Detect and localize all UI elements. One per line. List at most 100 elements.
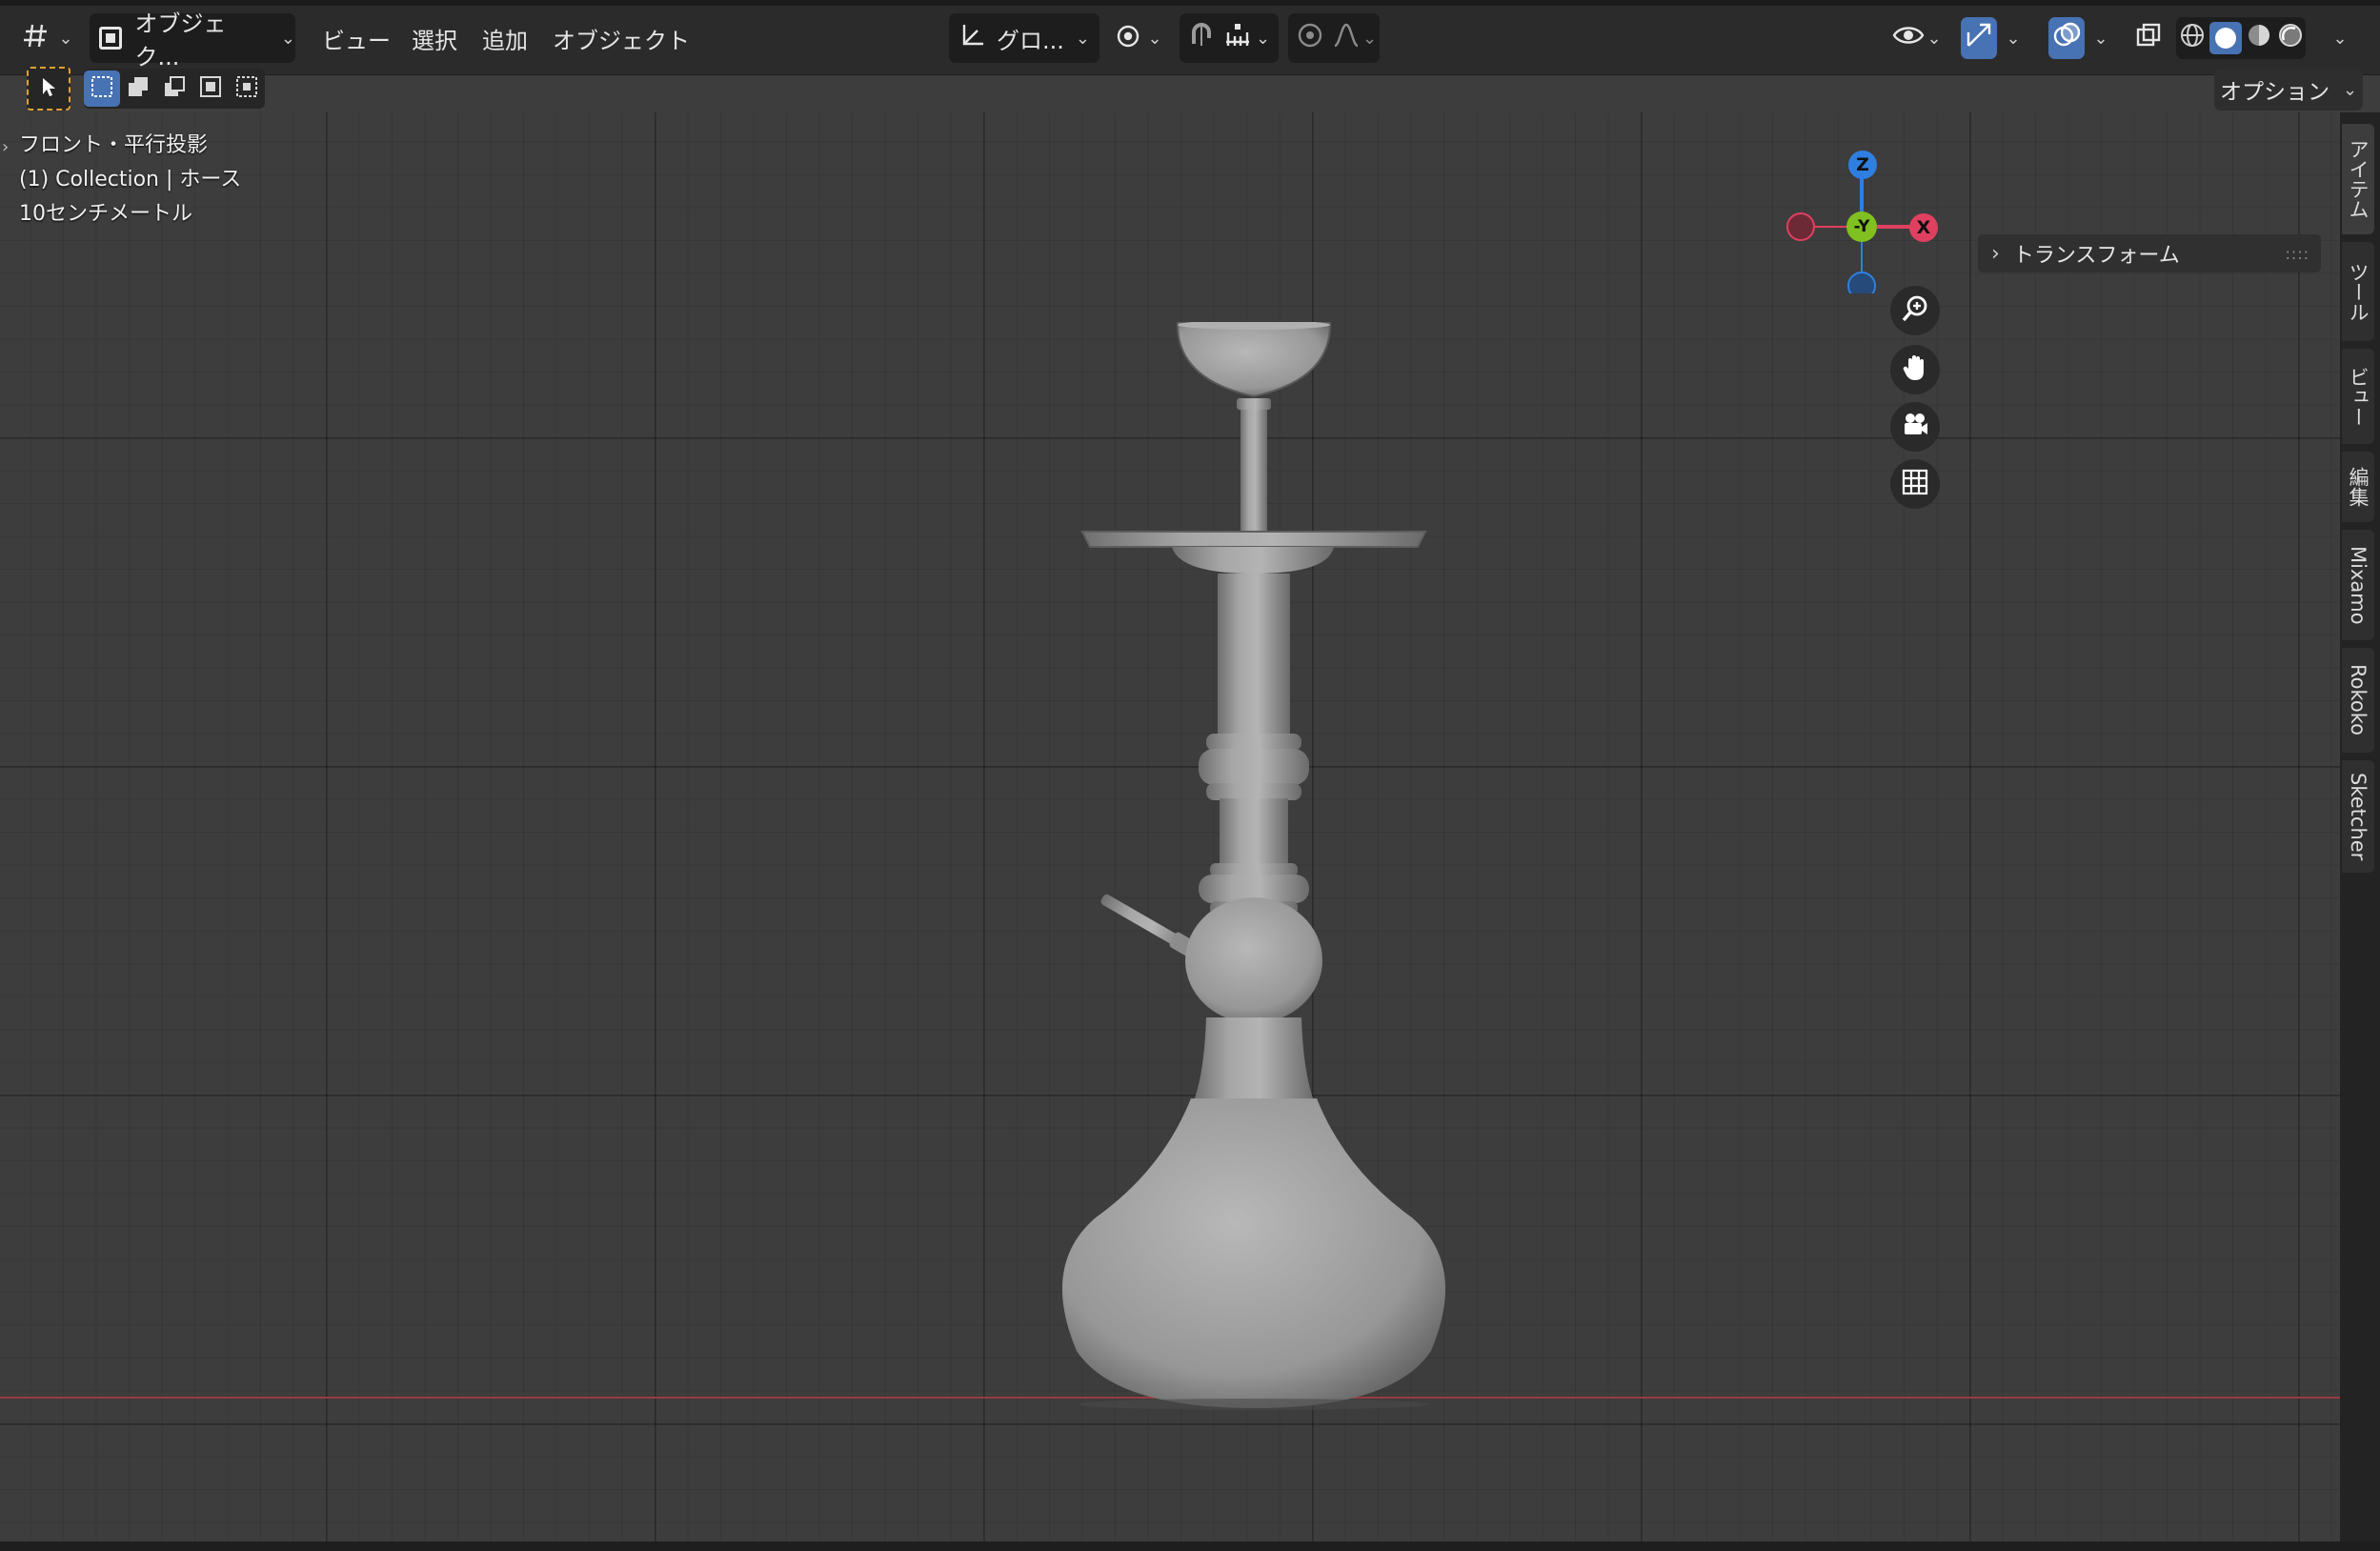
options-dropdown[interactable]: オプション ⌄ <box>2214 69 2363 111</box>
hose-port <box>1100 894 1200 959</box>
chevron-down-icon: ⌄ <box>2332 28 2348 49</box>
hookah-head-bowl <box>1176 322 1332 398</box>
select-invert-button[interactable] <box>192 70 229 107</box>
object-mode-icon <box>99 27 122 50</box>
tab-tool[interactable]: ツール <box>2342 242 2374 341</box>
zoom-button[interactable] <box>1890 286 1940 335</box>
wireframe-shading-icon[interactable] <box>2178 21 2207 55</box>
chevron-down-icon: ⌄ <box>1075 28 1090 49</box>
transform-orientation-dropdown[interactable]: グロ... ⌄ <box>949 13 1099 63</box>
gizmo-x-axis[interactable]: X <box>1909 213 1938 242</box>
orientation-label: グロ... <box>997 27 1064 54</box>
chevron-down-icon: ⌄ <box>2006 28 2021 49</box>
snap-magnet-icon <box>1185 19 1218 57</box>
select-tool-button[interactable] <box>27 67 71 111</box>
overlays-toggle-button[interactable] <box>2048 17 2085 59</box>
menu-view[interactable]: ビュー <box>322 19 391 57</box>
selection-mode-group <box>84 69 265 109</box>
tab-rokoko[interactable]: Rokoko <box>2342 648 2374 753</box>
snap-increment-icon <box>1223 21 1252 55</box>
snap-group[interactable]: ⌄ <box>1180 13 1279 63</box>
gizmo-icon <box>1965 21 1993 55</box>
chevron-down-icon: ⌄ <box>1256 28 1271 49</box>
falloff-curve-icon <box>1332 21 1361 55</box>
tab-sketcher-label: Sketcher <box>2347 772 2370 861</box>
viewport-header: ⌄ オブジェク... ⌄ ビュー 選択 追加 オブジェクト グロ... ⌄ ⌄ … <box>0 0 2380 75</box>
gizmo-z-axis[interactable]: Z <box>1848 151 1877 179</box>
grid-scale-label: 10センチメートル <box>19 202 192 226</box>
camera-view-button[interactable] <box>1890 402 1940 452</box>
gizmo-dropdown[interactable]: ⌄ <box>1999 13 2027 63</box>
transform-panel-header[interactable]: › トランスフォーム :::: <box>1978 234 2321 272</box>
rendered-shading-icon[interactable] <box>2276 21 2305 55</box>
tab-view[interactable]: ビュー <box>2342 349 2374 444</box>
chevron-down-icon: ⌄ <box>1926 28 1942 49</box>
tab-item[interactable]: アイテム <box>2342 124 2374 234</box>
eye-icon <box>1892 23 1925 53</box>
proportional-edit-icon <box>1294 19 1326 57</box>
drag-handle-icon[interactable]: :::: <box>2285 245 2309 263</box>
perspective-toggle-button[interactable] <box>1890 459 1940 509</box>
gizmo-toggle-button[interactable] <box>1961 17 1997 59</box>
visibility-dropdown[interactable]: ⌄ <box>1886 13 1947 63</box>
status-bar <box>0 1541 2380 1551</box>
tab-mixamo-label: Mixamo <box>2347 545 2370 625</box>
select-extend-button[interactable] <box>120 70 156 107</box>
xray-toggle-button[interactable] <box>2130 13 2167 63</box>
proportional-edit-group[interactable]: ⌄ <box>1288 13 1380 63</box>
select-new-icon <box>90 74 114 103</box>
menu-object[interactable]: オブジェクト <box>553 19 690 57</box>
chevron-down-icon: ⌄ <box>1362 28 1378 49</box>
hand-icon <box>1900 352 1930 387</box>
camera-icon <box>1900 410 1930 444</box>
select-invert-icon <box>198 74 223 103</box>
select-subtract-button[interactable] <box>156 70 192 107</box>
material-preview-icon[interactable] <box>2245 21 2273 55</box>
menu-add[interactable]: 追加 <box>482 19 528 57</box>
chevron-down-icon: ⌄ <box>2093 28 2108 49</box>
tab-mixamo[interactable]: Mixamo <box>2342 530 2374 640</box>
hookah-model[interactable] <box>1048 322 1448 1494</box>
chevron-down-icon: ⌄ <box>280 28 295 49</box>
tab-tool-label: ツール <box>2347 261 2370 322</box>
overlays-dropdown[interactable]: ⌄ <box>2087 13 2115 63</box>
editor-type-button[interactable]: ⌄ <box>19 13 76 63</box>
solid-shading-icon[interactable] <box>2209 22 2242 54</box>
tab-rokoko-label: Rokoko <box>2347 664 2370 736</box>
tab-edit-label: 編集 <box>2347 467 2370 507</box>
mode-dropdown[interactable]: オブジェク... ⌄ <box>90 10 295 70</box>
pivot-point-dropdown[interactable]: ⌄ <box>1111 13 1166 63</box>
menu-select[interactable]: 選択 <box>412 19 457 57</box>
3d-viewport[interactable]: › フロント・平行投影 (1) Collection | ホース 10センチメー… <box>0 112 2340 1541</box>
pivot-icon <box>1115 21 1145 55</box>
view-name-label: フロント・平行投影 <box>19 133 209 157</box>
tab-view-label: ビュー <box>2347 366 2370 427</box>
pan-button[interactable] <box>1890 345 1940 394</box>
select-intersect-button[interactable] <box>229 70 265 107</box>
transform-panel-label: トランスフォーム <box>2012 244 2180 268</box>
overlays-icon <box>2052 21 2081 55</box>
chevron-down-icon: ⌄ <box>58 28 73 49</box>
navigation-gizmo[interactable]: Z -Y X <box>1780 131 1942 293</box>
chevron-down-icon: ⌄ <box>1147 28 1162 49</box>
select-extend-icon <box>126 74 151 103</box>
select-new-button[interactable] <box>84 70 120 107</box>
zoom-magnifier-icon <box>1900 293 1930 328</box>
top-tab-strip <box>0 0 2380 6</box>
tab-item-label: アイテム <box>2347 139 2370 219</box>
region-expand-arrow-icon[interactable]: › <box>2 137 9 157</box>
hookah-tray <box>1080 531 1427 548</box>
chevron-down-icon: ⌄ <box>2342 79 2358 100</box>
select-subtract-icon <box>162 74 187 103</box>
shading-mode-group[interactable] <box>2176 17 2306 59</box>
collection-info-label: (1) Collection | ホース <box>19 168 242 191</box>
shading-dropdown[interactable]: ⌄ <box>2327 13 2353 63</box>
tab-edit[interactable]: 編集 <box>2342 452 2374 522</box>
chevron-right-icon: › <box>1991 241 2000 266</box>
cursor-arrow-icon <box>37 75 60 102</box>
gizmo-y-axis[interactable]: -Y <box>1846 212 1877 242</box>
xray-icon <box>2134 21 2163 55</box>
viewport-editor-icon <box>22 22 50 54</box>
tab-sketcher[interactable]: Sketcher <box>2342 760 2374 873</box>
hookah-base-vase <box>1061 1098 1446 1408</box>
